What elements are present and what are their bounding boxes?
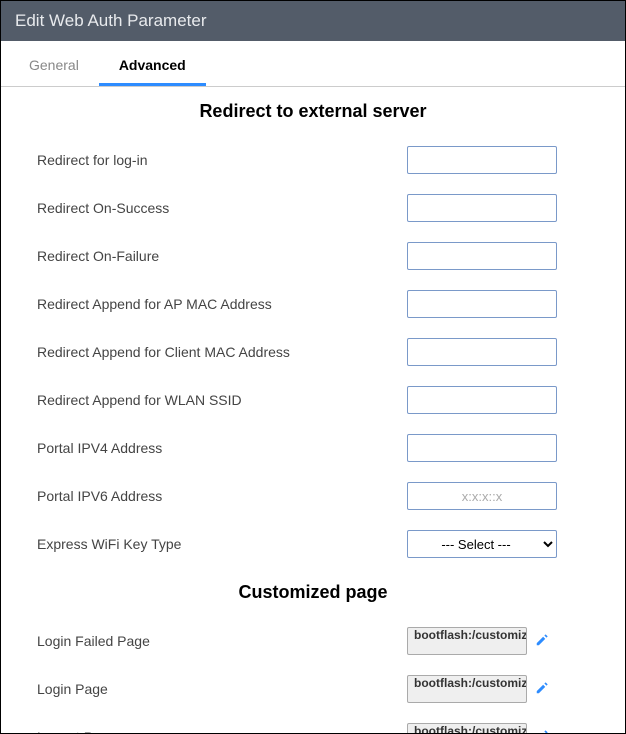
row-portal-ipv6: Portal IPV6 Address bbox=[9, 472, 617, 520]
label-wlan-ssid: Redirect Append for WLAN SSID bbox=[37, 392, 407, 408]
label-portal-ipv4: Portal IPV4 Address bbox=[37, 440, 407, 456]
row-portal-ipv4: Portal IPV4 Address bbox=[9, 424, 617, 472]
label-login-page: Login Page bbox=[37, 681, 407, 697]
edit-icon[interactable] bbox=[535, 633, 549, 650]
input-redirect-success[interactable] bbox=[407, 194, 557, 222]
row-express-wifi: Express WiFi Key Type --- Select --- bbox=[9, 520, 617, 568]
row-login-page: Login Page bootflash:/customized/ bbox=[9, 665, 617, 713]
input-portal-ipv4[interactable] bbox=[407, 434, 557, 462]
label-redirect-failure: Redirect On-Failure bbox=[37, 248, 407, 264]
section-customized-title: Customized page bbox=[9, 582, 617, 603]
select-express-wifi[interactable]: --- Select --- bbox=[407, 530, 557, 558]
tab-general[interactable]: General bbox=[9, 41, 99, 86]
edit-icon[interactable] bbox=[535, 729, 549, 734]
edit-icon[interactable] bbox=[535, 681, 549, 698]
input-ap-mac[interactable] bbox=[407, 290, 557, 318]
input-redirect-failure[interactable] bbox=[407, 242, 557, 270]
tab-bar: General Advanced bbox=[1, 41, 625, 87]
label-redirect-login: Redirect for log-in bbox=[37, 152, 407, 168]
row-redirect-success: Redirect On-Success bbox=[9, 184, 617, 232]
row-ap-mac: Redirect Append for AP MAC Address bbox=[9, 280, 617, 328]
label-express-wifi: Express WiFi Key Type bbox=[37, 536, 407, 552]
input-portal-ipv6[interactable] bbox=[407, 482, 557, 510]
row-logout-page: Logout Page bootflash:/customized/ bbox=[9, 713, 617, 733]
row-wlan-ssid: Redirect Append for WLAN SSID bbox=[9, 376, 617, 424]
edit-web-auth-window: Edit Web Auth Parameter General Advanced… bbox=[0, 0, 626, 734]
input-login-page[interactable]: bootflash:/customized/ bbox=[407, 675, 527, 703]
label-ap-mac: Redirect Append for AP MAC Address bbox=[37, 296, 407, 312]
row-client-mac: Redirect Append for Client MAC Address bbox=[9, 328, 617, 376]
window-title: Edit Web Auth Parameter bbox=[1, 1, 625, 41]
input-login-failed-page[interactable]: bootflash:/customized/ bbox=[407, 627, 527, 655]
row-redirect-failure: Redirect On-Failure bbox=[9, 232, 617, 280]
label-portal-ipv6: Portal IPV6 Address bbox=[37, 488, 407, 504]
content-area: Redirect to external server Redirect for… bbox=[1, 87, 625, 733]
label-redirect-success: Redirect On-Success bbox=[37, 200, 407, 216]
label-client-mac: Redirect Append for Client MAC Address bbox=[37, 344, 407, 360]
label-logout-page: Logout Page bbox=[37, 729, 407, 733]
section-redirect-title: Redirect to external server bbox=[9, 101, 617, 122]
row-redirect-login: Redirect for log-in bbox=[9, 136, 617, 184]
row-login-failed-page: Login Failed Page bootflash:/customized/ bbox=[9, 617, 617, 665]
input-client-mac[interactable] bbox=[407, 338, 557, 366]
input-redirect-login[interactable] bbox=[407, 146, 557, 174]
input-logout-page[interactable]: bootflash:/customized/ bbox=[407, 723, 527, 733]
tab-advanced[interactable]: Advanced bbox=[99, 41, 206, 86]
label-login-failed-page: Login Failed Page bbox=[37, 633, 407, 649]
input-wlan-ssid[interactable] bbox=[407, 386, 557, 414]
